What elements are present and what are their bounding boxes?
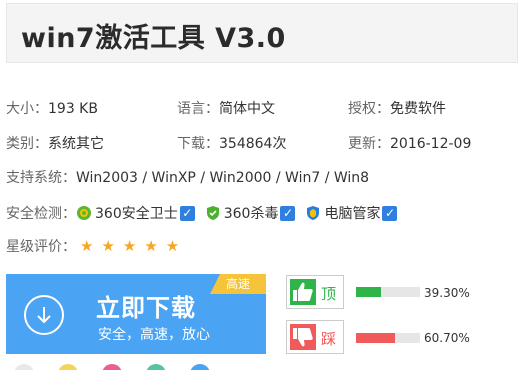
checkmark-icon: ✓ xyxy=(382,205,398,221)
360-antivirus-icon xyxy=(206,206,219,220)
vote-down-button[interactable]: 踩 xyxy=(286,320,344,354)
security-label: 安全检测： xyxy=(6,206,76,222)
checkmark-icon: ✓ xyxy=(179,205,195,221)
pc-manager-icon xyxy=(307,206,320,220)
category-label: 类别： xyxy=(6,136,48,152)
download-arrow-icon xyxy=(24,295,64,335)
downloads-label: 下载： xyxy=(177,136,219,152)
security-item-pc-manager: 电脑管家 ✓ xyxy=(305,203,398,223)
vote-down-bar xyxy=(356,333,420,343)
info-row-1: 大小：193 KB 语言：简体中文 授权：免费软件 xyxy=(6,98,518,120)
license-label: 授权： xyxy=(348,101,390,117)
thumbs-up-icon xyxy=(290,279,316,305)
vote-up-percent: 39.30% xyxy=(424,286,470,300)
security-item-name: 360安全卫士 xyxy=(95,206,178,222)
size-info: 大小：193 KB xyxy=(6,98,98,118)
download-button[interactable]: 立即下载 安全，高速，放心 高速 xyxy=(6,274,266,354)
share-icons-row xyxy=(6,364,226,370)
category-value: 系统其它 xyxy=(48,136,104,152)
updated-info: 更新：2016-12-09 xyxy=(348,133,471,153)
support-row: 支持系统：Win2003 / WinXP / Win2000 / Win7 / … xyxy=(6,167,369,189)
security-item-360-antivirus: 360杀毒 ✓ xyxy=(205,203,296,223)
share-icon[interactable] xyxy=(102,364,122,370)
vote-down-bar-fill xyxy=(356,333,395,343)
security-item-name: 360杀毒 xyxy=(223,206,279,222)
download-title: 立即下载 xyxy=(96,294,196,322)
thumbs-down-icon xyxy=(290,324,316,350)
security-item-360-safeguard: 360安全卫士 ✓ xyxy=(76,203,195,223)
download-subtitle: 安全，高速，放心 xyxy=(98,327,210,343)
category-info: 类别：系统其它 xyxy=(6,133,104,153)
info-row-2: 类别：系统其它 下载：354864次 更新：2016-12-09 xyxy=(6,133,518,155)
share-icon[interactable] xyxy=(14,364,34,370)
high-speed-badge: 高速 xyxy=(210,274,266,294)
security-row: 安全检测： 360安全卫士 ✓ 360杀毒 ✓ 电脑管家 ✓ xyxy=(6,202,407,224)
rating-row: 星级评价： ★★★★★ xyxy=(6,236,187,258)
page-title: win7激活工具 V3.0 xyxy=(21,23,286,54)
vote-up-bar xyxy=(356,287,420,297)
rating-label: 星级评价： xyxy=(6,239,76,255)
360-safeguard-icon xyxy=(77,206,91,220)
updated-value: 2016-12-09 xyxy=(390,136,472,152)
security-item-name: 电脑管家 xyxy=(324,206,381,222)
license-info: 授权：免费软件 xyxy=(348,98,446,118)
star-rating-icon: ★★★★★ xyxy=(80,237,188,255)
checkmark-icon: ✓ xyxy=(280,205,296,221)
share-icon[interactable] xyxy=(146,364,166,370)
size-label: 大小： xyxy=(6,101,48,117)
downloads-value: 354864次 xyxy=(219,136,287,152)
updated-label: 更新： xyxy=(348,136,390,152)
license-value: 免费软件 xyxy=(390,101,446,117)
vote-up-button[interactable]: 顶 xyxy=(286,275,344,309)
title-bar: win7激活工具 V3.0 xyxy=(6,3,518,63)
share-icon[interactable] xyxy=(58,364,78,370)
vote-up-bar-fill xyxy=(356,287,382,297)
language-label: 语言： xyxy=(177,101,219,117)
downloads-info: 下载：354864次 xyxy=(177,133,286,153)
vote-down-percent: 60.70% xyxy=(424,331,470,345)
language-info: 语言：简体中文 xyxy=(177,98,275,118)
language-value: 简体中文 xyxy=(219,101,275,117)
vote-up-label: 顶 xyxy=(321,285,337,303)
share-icon[interactable] xyxy=(190,364,210,370)
vote-down-label: 踩 xyxy=(321,330,337,348)
support-label: 支持系统： xyxy=(6,170,76,186)
support-value: Win2003 / WinXP / Win2000 / Win7 / Win8 xyxy=(76,170,370,186)
size-value: 193 KB xyxy=(48,101,98,117)
